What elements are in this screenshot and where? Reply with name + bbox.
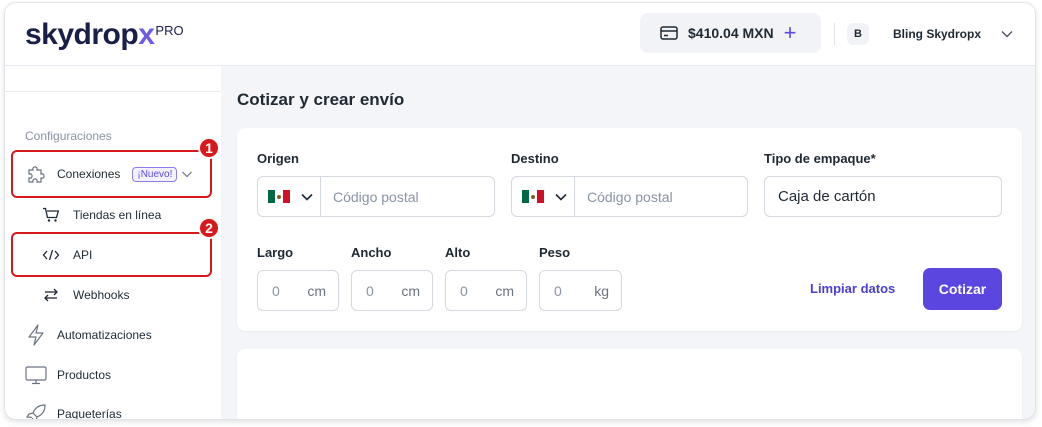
weight-input[interactable]: 0 kg xyxy=(539,270,622,311)
chevron-down-icon[interactable] xyxy=(1000,27,1014,41)
logo-text: skydropx xyxy=(25,18,155,51)
clear-data-button[interactable]: Limpiar datos xyxy=(810,281,895,296)
height-label: Alto xyxy=(445,245,471,260)
origin-label: Origen xyxy=(257,151,299,166)
highlight-box-conexiones xyxy=(11,150,212,198)
length-label: Largo xyxy=(257,245,294,260)
top-header: skydropx PRO $410.04 MXN + B Bling Skydr… xyxy=(5,3,1035,66)
main-content: Cotizar y crear envío Origen Código post… xyxy=(221,66,1035,419)
sidebar-item-label: Automatizaciones xyxy=(57,328,152,342)
rocket-icon xyxy=(25,403,47,419)
packaging-select[interactable]: Caja de cartón xyxy=(764,176,1002,217)
mexico-flag-icon xyxy=(522,190,544,203)
annotation-marker-2: 2 xyxy=(198,217,220,239)
width-value: 0 xyxy=(366,282,374,299)
destination-label: Destino xyxy=(511,151,559,166)
app-window: skydropx PRO $410.04 MXN + B Bling Skydr… xyxy=(4,2,1036,420)
height-unit: cm xyxy=(495,282,514,299)
origin-country-select[interactable] xyxy=(258,177,321,216)
credit-card-icon xyxy=(660,26,678,40)
section-label-configuraciones: Configuraciones xyxy=(25,129,112,143)
page-title: Cotizar y crear envío xyxy=(237,90,405,109)
sidebar-subitem-webhooks[interactable]: Webhooks xyxy=(41,284,129,306)
sidebar-item-paqueterias[interactable]: Paqueterías xyxy=(25,402,122,420)
results-card xyxy=(237,349,1022,419)
monitor-icon xyxy=(25,364,47,386)
sidebar-subitem-label: Webhooks xyxy=(73,288,130,302)
destination-country-select[interactable] xyxy=(512,177,575,216)
chevron-down-icon xyxy=(301,193,313,201)
sidebar-item-productos[interactable]: Productos xyxy=(25,363,111,387)
header-divider xyxy=(834,23,835,45)
sidebar-divider xyxy=(5,91,221,92)
sidebar-item-label: Paqueterías xyxy=(57,407,122,420)
weight-label: Peso xyxy=(539,245,571,260)
width-input[interactable]: 0 cm xyxy=(351,270,433,311)
sidebar-item-automatizaciones[interactable]: Automatizaciones xyxy=(25,323,152,347)
length-value: 0 xyxy=(272,282,280,299)
mexico-flag-icon xyxy=(268,190,290,203)
height-input[interactable]: 0 cm xyxy=(445,270,527,311)
packaging-value: Caja de cartón xyxy=(778,188,876,205)
weight-unit: kg xyxy=(594,282,609,299)
quote-button[interactable]: Cotizar xyxy=(923,268,1002,310)
logo-pro-label: PRO xyxy=(155,23,184,38)
width-label: Ancho xyxy=(351,245,392,260)
quote-form-card: Origen Código postal Destino Código post… xyxy=(237,128,1022,331)
balance-button[interactable]: $410.04 MXN + xyxy=(640,13,821,53)
account-name[interactable]: Bling Skydropx xyxy=(893,27,981,41)
sidebar-item-label: Productos xyxy=(57,368,112,382)
cart-icon xyxy=(41,206,61,224)
length-input[interactable]: 0 cm xyxy=(257,270,339,311)
length-unit: cm xyxy=(307,282,326,299)
origin-postal-input[interactable]: Código postal xyxy=(321,189,419,205)
chevron-down-icon xyxy=(555,193,567,201)
lightning-icon xyxy=(25,324,47,346)
packaging-label: Tipo de empaque* xyxy=(764,151,876,166)
highlight-box-api xyxy=(11,232,212,277)
destination-postal-input[interactable]: Código postal xyxy=(575,189,673,205)
destination-field: Código postal xyxy=(511,176,748,217)
balance-amount: $410.04 MXN xyxy=(688,25,774,41)
skydropx-logo[interactable]: skydropx PRO xyxy=(25,19,184,51)
sidebar-subitem-label: Tiendas en línea xyxy=(73,208,162,222)
weight-value: 0 xyxy=(554,282,562,299)
annotation-marker-1: 1 xyxy=(198,137,220,159)
height-value: 0 xyxy=(460,282,468,299)
avatar[interactable]: B xyxy=(847,23,869,45)
swap-arrows-icon xyxy=(41,286,61,304)
width-unit: cm xyxy=(401,282,420,299)
sidebar: Configuraciones Conexiones ¡Nuevo! 1 Tie… xyxy=(5,66,221,420)
add-balance-icon[interactable]: + xyxy=(784,22,797,44)
sidebar-subitem-tiendas[interactable]: Tiendas en línea xyxy=(41,204,161,226)
origin-field: Código postal xyxy=(257,176,495,217)
